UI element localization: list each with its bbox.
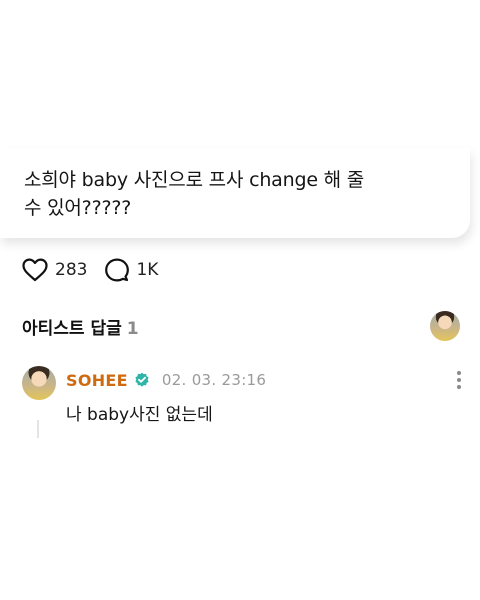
more-vertical-icon [457, 371, 461, 389]
reply-author-name[interactable]: SOHEE [66, 371, 128, 390]
comment-bubble-icon [105, 258, 130, 282]
more-options-button[interactable] [450, 368, 468, 392]
reply-text: 나 baby사진 없는데 [66, 405, 213, 425]
reply-author-avatar[interactable] [22, 366, 56, 400]
artist-avatar-header[interactable] [430, 311, 460, 341]
artist-replies-count: 1 [126, 319, 139, 339]
comment-button[interactable]: 1K [105, 258, 158, 282]
comment-count: 1K [136, 260, 159, 280]
artist-replies-header: 아티스트 답글 1 [22, 314, 139, 339]
heart-icon [22, 258, 48, 282]
reply-timestamp: 02. 03. 23:16 [161, 371, 267, 389]
post-actions: 283 1K [22, 255, 176, 285]
thread-line [37, 420, 39, 438]
post-text: 소희야 baby 사진으로 프사 change 해 줄 수 있어????? [24, 166, 444, 222]
post-text-line-2: 수 있어????? [24, 197, 132, 219]
like-count: 283 [55, 260, 88, 280]
like-button[interactable]: 283 [22, 258, 87, 282]
artist-replies-title: 아티스트 답글 [22, 319, 122, 339]
post-card: 소희야 baby 사진으로 프사 change 해 줄 수 있어????? [0, 148, 470, 238]
reply-header: SOHEE 02. 03. 23:16 [66, 369, 266, 391]
verified-badge-icon [135, 372, 149, 387]
post-text-line-1: 소희야 baby 사진으로 프사 change 해 줄 [24, 169, 365, 191]
